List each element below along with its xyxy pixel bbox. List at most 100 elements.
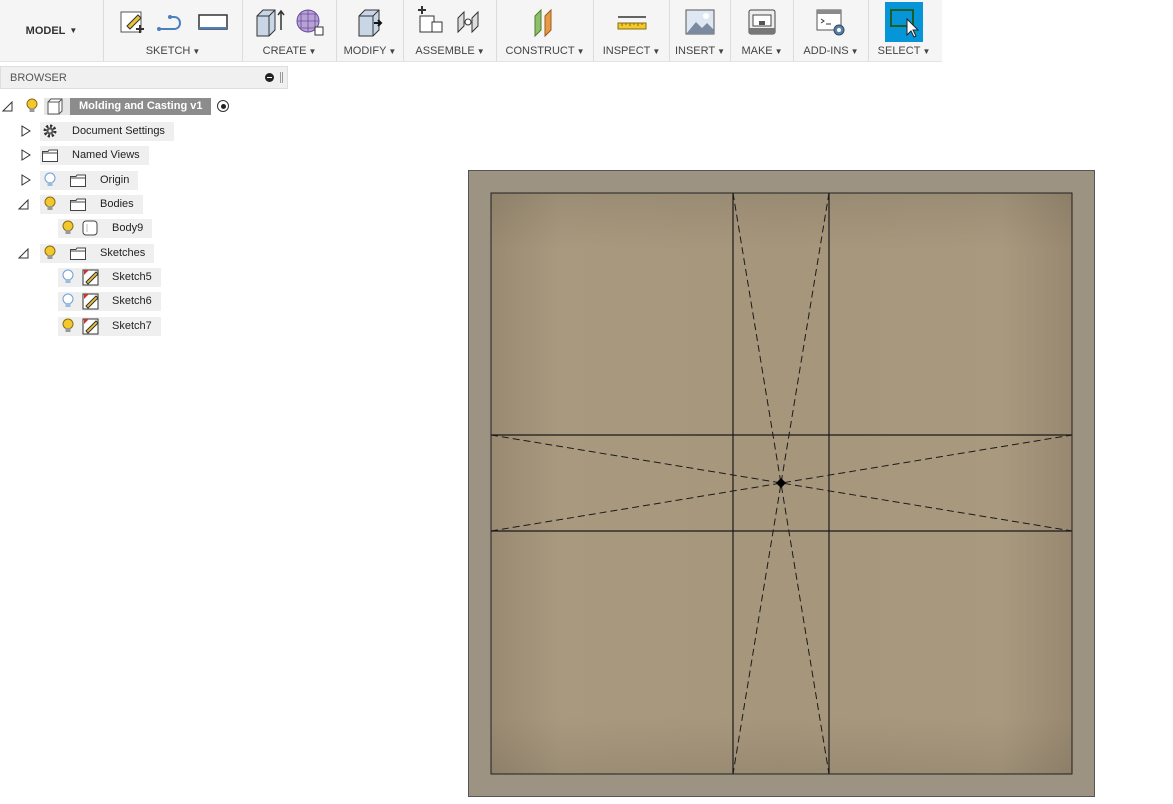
body-icon (82, 220, 98, 236)
expanded-triangle-icon[interactable] (18, 198, 29, 210)
mold-model-view[interactable] (468, 170, 1095, 797)
3d-print-icon[interactable] (745, 5, 779, 39)
joint-icon[interactable] (453, 5, 487, 39)
tree-item-label: Sketch5 (100, 267, 161, 287)
new-component-icon[interactable] (413, 5, 447, 39)
addins-menu-label[interactable]: ADD-INS (803, 45, 848, 57)
root-document-label: Molding and Casting v1 (70, 97, 212, 115)
tree-item-label: Sketches (86, 243, 155, 263)
create-menu-label[interactable]: CREATE (263, 45, 307, 57)
chevron-down-icon: ▼ (476, 47, 485, 56)
modify-menu-label[interactable]: MODIFY (344, 45, 387, 57)
measure-icon[interactable] (615, 5, 649, 39)
chevron-down-icon: ▼ (774, 47, 783, 56)
collapsed-triangle-icon[interactable] (20, 125, 31, 137)
expanded-triangle-icon[interactable] (2, 100, 13, 112)
tree-item-bodies[interactable]: Bodies (18, 194, 143, 214)
named-views-node: Named Views (40, 145, 149, 165)
chevron-down-icon: ▼ (652, 47, 661, 56)
toolbar-group-select: SELECT ▼ (869, 0, 939, 61)
create-sketch-icon[interactable] (116, 5, 150, 39)
document-settings-node: Document Settings (40, 121, 174, 141)
folder-icon (70, 247, 86, 260)
gear-icon (42, 123, 58, 139)
sketch-icon (82, 268, 100, 286)
chevron-down-icon: ▼ (850, 47, 859, 56)
chevron-down-icon: ▼ (388, 47, 397, 56)
tree-item-named-views[interactable]: Named Views (20, 145, 149, 165)
collapsed-triangle-icon[interactable] (20, 149, 31, 161)
assemble-menu-label[interactable]: ASSEMBLE (415, 45, 474, 57)
chevron-down-icon: ▼ (192, 47, 201, 56)
tree-item-sketch6[interactable]: Sketch6 (58, 291, 161, 311)
chevron-down-icon: ▼ (922, 47, 931, 56)
folder-icon (70, 174, 86, 187)
tree-item-body9[interactable]: Body9 (58, 218, 153, 238)
tree-item-sketch5[interactable]: Sketch5 (58, 267, 161, 287)
toolbar-group-make: MAKE ▼ (731, 0, 794, 61)
visibility-bulb-on-icon[interactable] (62, 220, 74, 236)
collapsed-triangle-icon[interactable] (20, 174, 31, 186)
toolbar-group-addins: ADD-INS ▼ (794, 0, 869, 61)
expanded-triangle-icon[interactable] (18, 247, 29, 259)
press-pull-icon[interactable] (353, 5, 387, 39)
offset-plane-icon[interactable] (528, 5, 562, 39)
rectangle-icon[interactable] (196, 5, 230, 39)
sketch-menu-label[interactable]: SKETCH (146, 45, 191, 57)
line-icon[interactable] (156, 5, 190, 39)
bodies-node: Bodies (40, 194, 143, 214)
sketch7-node: Sketch7 (58, 316, 161, 336)
tree-item-sketch7[interactable]: Sketch7 (58, 316, 161, 336)
browser-panel-header: BROWSER (0, 66, 288, 89)
body9-node: Body9 (58, 218, 153, 238)
tree-item-label: Bodies (86, 194, 143, 214)
tree-item-label: Named Views (58, 145, 149, 165)
sketches-node: Sketches (40, 243, 155, 263)
select-window-icon[interactable] (885, 2, 923, 42)
insert-menu-label[interactable]: INSERT (675, 45, 715, 57)
collapse-panel-icon[interactable] (265, 73, 274, 82)
make-menu-label[interactable]: MAKE (741, 45, 772, 57)
origin-node: Origin (40, 170, 139, 190)
inspect-menu-label[interactable]: INSPECT (603, 45, 651, 57)
visibility-bulb-on-icon[interactable] (26, 98, 38, 114)
toolbar-group-modify: MODIFY ▼ (337, 0, 404, 61)
chevron-down-icon: ▼ (576, 47, 585, 56)
visibility-bulb-on-icon[interactable] (62, 318, 74, 334)
tree-item-label: Body9 (98, 218, 153, 238)
panel-grip-icon[interactable] (280, 72, 281, 83)
insert-image-icon[interactable] (683, 5, 717, 39)
activate-component-radio-icon[interactable] (217, 100, 230, 112)
form-icon[interactable] (293, 5, 327, 39)
tree-root-row[interactable]: Molding and Casting v1 (2, 96, 230, 116)
tree-item-label: Document Settings (58, 121, 174, 141)
visibility-bulb-off-icon[interactable] (62, 269, 74, 285)
canvas-viewport[interactable] (468, 170, 1095, 797)
construct-menu-label[interactable]: CONSTRUCT (506, 45, 575, 57)
visibility-bulb-on-icon[interactable] (44, 196, 56, 212)
main-toolbar: MODEL ▼ SKETCH ▼ CREATE ▼ MODIFY ▼ ASSEM… (0, 0, 942, 62)
scripts-addins-icon[interactable] (814, 5, 848, 39)
sketch-icon (82, 317, 100, 335)
sketch6-node: Sketch6 (58, 291, 161, 311)
visibility-bulb-off-icon[interactable] (62, 293, 74, 309)
tree-item-origin[interactable]: Origin (20, 170, 139, 190)
chevron-down-icon: ▼ (717, 47, 726, 56)
visibility-bulb-off-icon[interactable] (44, 172, 56, 188)
toolbar-group-insert: INSERT ▼ (670, 0, 731, 61)
tree-item-document-settings[interactable]: Document Settings (20, 121, 174, 141)
extrude-icon[interactable] (253, 5, 287, 39)
workspace-switcher[interactable]: MODEL ▼ (0, 0, 104, 61)
document-icon (44, 97, 70, 115)
folder-icon (42, 149, 58, 162)
tree-item-label: Sketch7 (100, 316, 161, 336)
chevron-down-icon: ▼ (308, 47, 317, 56)
visibility-bulb-on-icon[interactable] (44, 245, 56, 261)
toolbar-group-sketch: SKETCH ▼ (104, 0, 243, 61)
chevron-down-icon: ▼ (69, 26, 78, 35)
toolbar-group-assemble: ASSEMBLE ▼ (404, 0, 497, 61)
select-menu-label[interactable]: SELECT (878, 45, 921, 57)
tree-item-label: Sketch6 (100, 291, 161, 311)
tree-item-sketches[interactable]: Sketches (18, 243, 155, 263)
toolbar-group-inspect: INSPECT ▼ (594, 0, 670, 61)
